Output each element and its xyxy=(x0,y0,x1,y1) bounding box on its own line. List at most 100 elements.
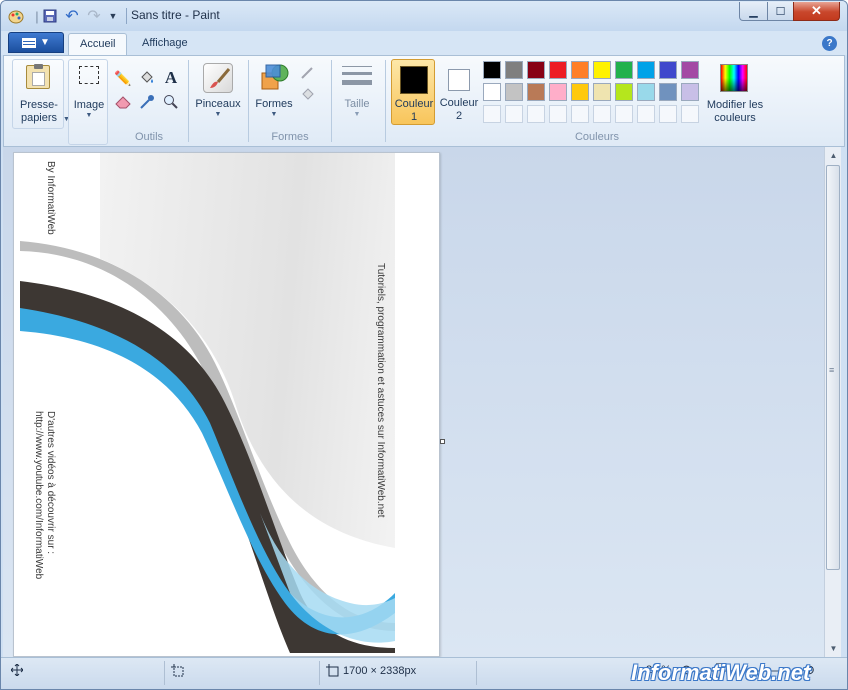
group-separator xyxy=(331,60,332,142)
brushes-button[interactable]: Pinceaux ▼ xyxy=(192,59,244,129)
tools-group-label: Outils xyxy=(134,131,164,143)
palette-color-swatch[interactable] xyxy=(505,83,523,101)
chevron-down-icon: ▼ xyxy=(353,111,361,118)
tab-accueil[interactable]: Accueil xyxy=(68,33,128,55)
magnifier-icon[interactable] xyxy=(161,92,181,112)
shapes-label: Formes xyxy=(255,98,293,110)
menu-icon xyxy=(22,37,37,48)
palette-color-swatch[interactable] xyxy=(615,61,633,79)
eraser-icon[interactable] xyxy=(113,92,133,112)
scroll-down-icon[interactable]: ▼ xyxy=(825,640,842,657)
group-separator xyxy=(385,60,386,142)
palette-empty-swatch[interactable] xyxy=(571,105,589,123)
palette-color-swatch[interactable] xyxy=(659,61,677,79)
palette-empty-swatch[interactable] xyxy=(637,105,655,123)
paint-window: | ↶ ↷ ▼ Sans titre - Paint ▁ ☐ ✕ ▼ Accue… xyxy=(0,0,848,690)
clipboard-label-1: Presse- xyxy=(20,99,58,111)
group-separator xyxy=(248,60,249,142)
selection-size-icon xyxy=(171,664,184,677)
palette-empty-swatch[interactable] xyxy=(505,105,523,123)
size-button[interactable]: Taille ▼ xyxy=(336,59,378,129)
color1-button[interactable]: Couleur 1 xyxy=(391,59,435,125)
edit-colors-label-2: couleurs xyxy=(714,112,756,124)
wave-graphic xyxy=(20,238,395,653)
palette-color-swatch[interactable] xyxy=(549,83,567,101)
size-label: Taille xyxy=(344,98,370,110)
doc-text-bottom-2: http://www.youtube.com/InformatiWeb xyxy=(33,411,44,580)
shapes-button[interactable]: Formes ▼ xyxy=(252,59,296,129)
palette-color-swatch[interactable] xyxy=(483,61,501,79)
palette-color-swatch[interactable] xyxy=(681,61,699,79)
color2-label-1: Couleur xyxy=(439,97,479,109)
paint-menu-button[interactable]: ▼ xyxy=(8,32,64,53)
image-size-icon xyxy=(326,664,339,677)
clipboard-button[interactable]: Presse- papiers ▼ xyxy=(12,59,70,129)
palette-color-swatch[interactable] xyxy=(527,61,545,79)
palette-color-swatch[interactable] xyxy=(527,83,545,101)
save-icon[interactable] xyxy=(41,7,59,25)
pencil-icon[interactable]: ✏️ xyxy=(113,68,133,88)
paint-app-icon[interactable] xyxy=(7,7,25,25)
help-icon[interactable]: ? xyxy=(822,36,837,51)
palette-color-swatch[interactable] xyxy=(593,83,611,101)
line-width-icon xyxy=(342,66,372,88)
maximize-button[interactable]: ☐ xyxy=(767,2,794,21)
canvas-area[interactable]: By InformatiWeb Tutoriels, programmation… xyxy=(3,147,824,657)
image-label: Image xyxy=(73,99,105,111)
palette-color-swatch[interactable] xyxy=(637,83,655,101)
cursor-position-icon xyxy=(11,664,23,676)
image-size-indicator: 1700 × 2338px xyxy=(326,664,416,677)
undo-icon[interactable]: ↶ xyxy=(63,7,81,25)
close-button[interactable]: ✕ xyxy=(793,2,840,21)
palette-color-swatch[interactable] xyxy=(571,61,589,79)
tab-label: Accueil xyxy=(80,38,116,50)
clipboard-icon xyxy=(26,64,50,89)
palette-empty-swatch[interactable] xyxy=(593,105,611,123)
palette-color-swatch[interactable] xyxy=(549,61,567,79)
palette-empty-swatch[interactable] xyxy=(549,105,567,123)
image-button[interactable]: Image ▼ xyxy=(68,59,108,145)
palette-empty-swatch[interactable] xyxy=(681,105,699,123)
tab-affichage[interactable]: Affichage xyxy=(131,33,199,55)
title-bar: | ↶ ↷ ▼ Sans titre - Paint ▁ ☐ ✕ xyxy=(1,1,847,31)
palette-color-swatch[interactable] xyxy=(505,61,523,79)
scroll-up-icon[interactable]: ▲ xyxy=(825,147,842,164)
text-icon[interactable]: A xyxy=(161,68,181,88)
palette-empty-swatch[interactable] xyxy=(483,105,501,123)
brush-icon xyxy=(203,63,233,93)
palette-color-swatch[interactable] xyxy=(593,61,611,79)
palette-empty-swatch[interactable] xyxy=(659,105,677,123)
fill-bucket-icon[interactable] xyxy=(137,68,157,88)
vertical-scrollbar[interactable]: ▲ ≡ ▼ xyxy=(824,147,841,657)
palette-color-swatch[interactable] xyxy=(571,83,589,101)
palette-empty-swatch[interactable] xyxy=(615,105,633,123)
palette-color-swatch[interactable] xyxy=(681,83,699,101)
select-icon xyxy=(79,66,99,84)
palette-color-swatch[interactable] xyxy=(483,83,501,101)
palette-color-swatch[interactable] xyxy=(637,61,655,79)
fill-icon[interactable] xyxy=(298,84,318,104)
minimize-button[interactable]: ▁ xyxy=(739,2,768,21)
edit-colors-button[interactable]: Modifier les couleurs xyxy=(704,59,766,129)
palette-color-swatch[interactable] xyxy=(615,83,633,101)
grip-icon: ≡ xyxy=(829,365,835,375)
chevron-down-icon: ▼ xyxy=(40,37,50,48)
edit-colors-label-1: Modifier les xyxy=(706,99,764,111)
title-separator xyxy=(126,8,127,24)
redo-icon[interactable]: ↷ xyxy=(85,7,103,25)
palette-empty-swatch[interactable] xyxy=(527,105,545,123)
canvas-resize-handle[interactable] xyxy=(440,439,445,444)
color-spectrum-icon xyxy=(720,64,748,92)
ribbon-home: Presse- papiers ▼ Image ▼ ✏️ A Outils Pi… xyxy=(3,55,845,147)
chevron-down-icon: ▼ xyxy=(270,111,278,118)
shapes-icon xyxy=(260,63,290,93)
outline-icon[interactable] xyxy=(298,62,318,82)
palette-color-swatch[interactable] xyxy=(659,83,677,101)
color-picker-icon[interactable] xyxy=(137,92,157,112)
status-separator xyxy=(476,661,477,685)
tab-label: Affichage xyxy=(142,37,188,49)
color2-button[interactable]: Couleur 2 xyxy=(437,59,481,125)
drawing-canvas[interactable]: By InformatiWeb Tutoriels, programmation… xyxy=(13,152,440,657)
brushes-label: Pinceaux xyxy=(195,98,241,110)
customize-qat-icon[interactable]: ▼ xyxy=(104,7,122,25)
